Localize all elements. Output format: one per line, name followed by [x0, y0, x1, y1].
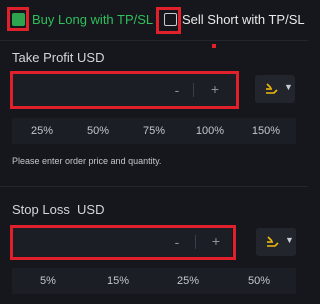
stop-loss-percent-25[interactable]: 25%: [160, 268, 216, 294]
stop-loss-mode-button[interactable]: ▼: [256, 228, 296, 256]
stop-loss-percent-50[interactable]: 50%: [231, 268, 287, 294]
take-profit-mode-button[interactable]: ▼: [255, 75, 295, 103]
stop-loss-title: Stop Loss USD: [12, 202, 105, 217]
take-profit-percent-100[interactable]: 100%: [182, 118, 238, 144]
stop-loss-percent-row: 5% 15% 25% 50%: [12, 268, 296, 294]
take-profit-percent-75[interactable]: 75%: [126, 118, 182, 144]
sell-short-label[interactable]: Sell Short with TP/SL: [182, 12, 305, 27]
take-profit-percent-50[interactable]: 50%: [70, 118, 126, 144]
section-divider: [0, 186, 308, 187]
stop-loss-percent-15[interactable]: 15%: [90, 268, 146, 294]
sell-short-checkbox-highlight: [156, 7, 181, 34]
top-divider: [0, 40, 308, 41]
buy-long-checkbox-highlight: [7, 7, 29, 31]
buy-long-label[interactable]: Buy Long with TP/SL: [32, 12, 153, 27]
marker-dot: [212, 44, 216, 48]
trend-lines-icon: [266, 83, 278, 94]
take-profit-percent-150[interactable]: 150%: [238, 118, 294, 144]
take-profit-percent-row: 25% 50% 75% 100% 150%: [12, 118, 296, 144]
take-profit-input-highlight: [10, 71, 239, 109]
caret-down-icon: ▼: [285, 235, 294, 245]
stop-loss-input-highlight: [10, 225, 236, 260]
stop-loss-percent-5[interactable]: 5%: [20, 268, 76, 294]
caret-down-icon: ▼: [284, 82, 293, 92]
take-profit-percent-25[interactable]: 25%: [14, 118, 70, 144]
trend-lines-icon: [267, 236, 279, 247]
order-hint: Please enter order price and quantity.: [12, 156, 162, 166]
take-profit-title: Take Profit USD: [12, 50, 105, 65]
